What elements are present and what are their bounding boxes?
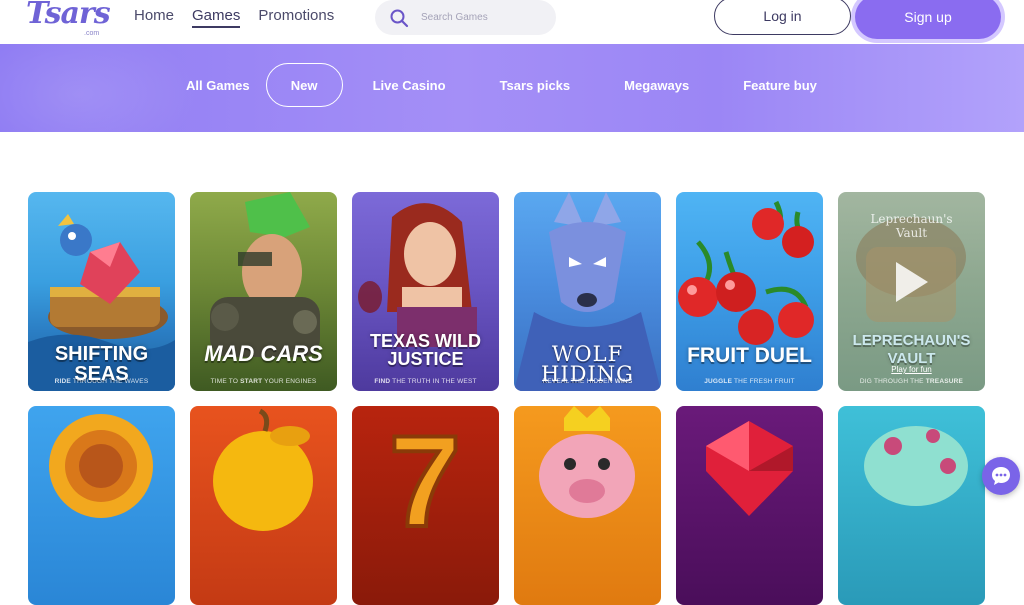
chat-icon	[992, 467, 1010, 485]
game-tagline: FIND THE TRUTH IN THE WEST	[374, 378, 477, 385]
sun-art	[49, 414, 153, 518]
ruby-art	[706, 421, 793, 516]
logo-subtext: .com	[84, 30, 100, 37]
logo-text: Tsars	[26, 0, 111, 31]
game-card-leprechauns-vault[interactable]: Leprechaun's Vault LEPRECHAUN'S VAULT Pl…	[838, 192, 985, 391]
game-tagline: JUGGLE THE FRESH FRUIT	[704, 378, 795, 385]
game-card-ruby[interactable]	[676, 406, 823, 605]
category-band: All Games New Live Casino Tsars picks Me…	[0, 44, 1024, 132]
game-card-sun[interactable]	[28, 406, 175, 605]
nav-home[interactable]: Home	[134, 7, 174, 28]
svg-text:7: 7	[389, 408, 461, 554]
game-card-jellyfish[interactable]	[838, 406, 985, 605]
search-input[interactable]	[421, 12, 541, 23]
play-for-fun-link[interactable]: Play for fun	[838, 365, 985, 374]
game-title: FRUIT DUEL	[687, 344, 812, 367]
tab-megaways[interactable]: Megaways	[608, 63, 705, 107]
game-title: TEXAS WILD JUSTICE	[370, 331, 481, 369]
game-card-texas-wild-justice[interactable]: TEXAS WILD JUSTICE FIND THE TRUTH IN THE…	[352, 192, 499, 391]
tab-tsars-picks[interactable]: Tsars picks	[484, 63, 587, 107]
game-title: MAD CARS	[204, 341, 323, 366]
tab-new[interactable]: New	[265, 63, 343, 107]
category-tabs: All Games New Live Casino Tsars picks Me…	[170, 63, 833, 107]
live-chat-button[interactable]	[982, 457, 1020, 495]
game-tagline: DIG THROUGH THE TREASURE	[859, 378, 964, 385]
login-button[interactable]: Log in	[714, 0, 851, 35]
game-tagline: RIDE THROUGH THE WAVES	[54, 378, 149, 385]
game-card-lucky-seven[interactable]: 7	[352, 406, 499, 605]
search-bar[interactable]	[375, 0, 556, 35]
pig-king-art	[539, 406, 635, 518]
game-card-shifting-seas[interactable]: SHIFTING SEAS RIDE THROUGH THE WAVES	[28, 192, 175, 391]
top-header: Tsars .com Home Games Promotions Log in …	[0, 0, 1024, 44]
golden-apple-art	[213, 408, 313, 531]
main-nav: Home Games Promotions	[134, 7, 334, 28]
seven-art: 7	[387, 406, 463, 556]
search-icon	[390, 9, 409, 27]
game-card-wolf-hiding[interactable]: WOLF HIDING REVEAL THE HIDDEN WINS	[514, 192, 661, 391]
tsars-logo[interactable]: Tsars .com	[26, 0, 111, 40]
game-tagline: REVEAL THE HIDDEN WINS	[542, 378, 633, 385]
game-title: LEPRECHAUN'S VAULT	[852, 332, 971, 367]
nav-promotions[interactable]: Promotions	[258, 7, 334, 28]
jellyfish-art	[864, 426, 968, 506]
tab-feature-buy[interactable]: Feature buy	[727, 63, 833, 107]
tab-live-casino[interactable]: Live Casino	[357, 63, 462, 107]
game-card-mad-cars[interactable]: MAD CARS TIME TO START YOUR ENGINES	[190, 192, 337, 391]
tab-all-games[interactable]: All Games	[170, 63, 266, 107]
game-art-caption: Leprechaun's Vault	[870, 212, 953, 240]
signup-button[interactable]: Sign up	[855, 0, 1001, 39]
game-card-fruit-duel[interactable]: FRUIT DUEL JUGGLE THE FRESH FRUIT	[676, 192, 823, 391]
game-card-golden-apple[interactable]	[190, 406, 337, 605]
game-card-pig-king[interactable]	[514, 406, 661, 605]
nav-games[interactable]: Games	[192, 7, 241, 28]
game-tagline: TIME TO START YOUR ENGINES	[210, 378, 317, 385]
